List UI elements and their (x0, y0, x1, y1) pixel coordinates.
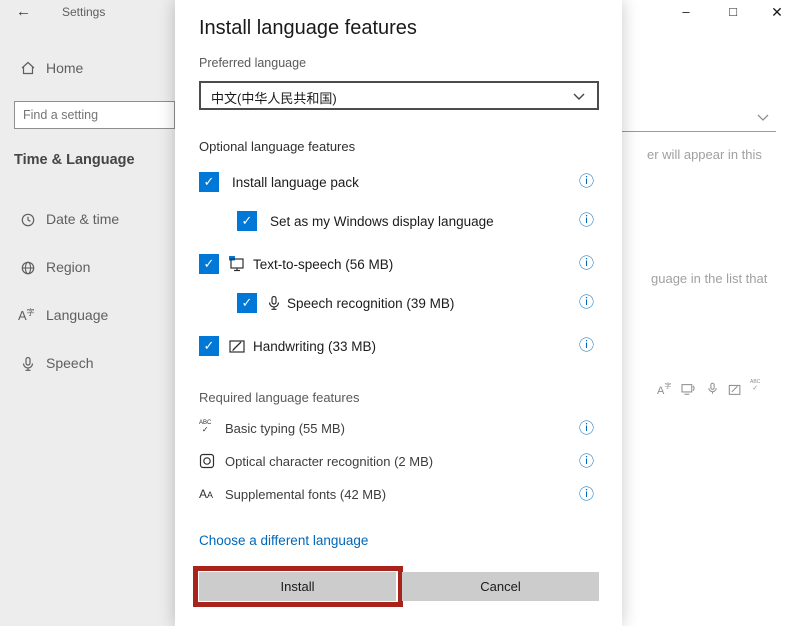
bg-chevron-down-icon (757, 114, 769, 122)
close-button[interactable]: ✕ (766, 1, 788, 23)
required-features-header: Required language features (199, 390, 359, 405)
language-icon: A字 (18, 307, 35, 325)
chevron-down-icon (573, 93, 585, 101)
sidebar-item-label: Home (46, 60, 83, 76)
settings-window: ← Settings Home Time & Language Date & t… (0, 0, 796, 626)
sidebar-item-speech[interactable]: Speech (0, 346, 175, 382)
choose-different-language-link[interactable]: Choose a different language (199, 533, 368, 548)
preferred-language-label: Preferred language (199, 56, 306, 70)
sidebar-item-home[interactable]: Home (0, 52, 175, 88)
sidebar-section-header: Time & Language (14, 152, 135, 168)
sidebar-item-label: Speech (46, 355, 93, 371)
text-to-speech-icon (229, 256, 247, 272)
microphone-icon (266, 295, 282, 311)
basic-typing-icon: ABC ✓ (199, 420, 211, 434)
feature-label: Install language pack (232, 175, 359, 190)
feature-label: Handwriting (33 MB) (253, 339, 376, 354)
handwriting-icon (229, 338, 246, 354)
supplemental-fonts-icon: AA (199, 485, 213, 503)
optional-features-header: Optional language features (199, 139, 355, 154)
install-button[interactable]: Install (199, 572, 396, 601)
bg-text-line: er will appear in this (647, 147, 762, 162)
sidebar-item-label: Language (46, 307, 108, 323)
home-icon (20, 60, 36, 76)
feature-label: Text-to-speech (56 MB) (253, 257, 393, 272)
microphone-icon (20, 356, 36, 372)
bg-basic-typing-icon: ABC ✓ (750, 380, 760, 392)
bg-handwriting-icon (728, 383, 742, 396)
dialog-title: Install language features (199, 17, 417, 40)
bg-dropdown-edge (622, 131, 776, 132)
ocr-icon (199, 453, 215, 469)
date-time-icon (20, 212, 36, 228)
sidebar-item-language[interactable]: A字 Language (0, 298, 175, 334)
search-input[interactable] (14, 101, 175, 129)
checkbox-text-to-speech[interactable]: ✓ (199, 254, 219, 274)
feature-label: Speech recognition (39 MB) (287, 296, 454, 311)
bg-text-to-speech-icon (681, 383, 696, 396)
feature-label: Optical character recognition (2 MB) (225, 454, 433, 469)
back-icon[interactable]: ← (16, 3, 31, 20)
info-icon[interactable]: ⓘ (579, 338, 594, 353)
preferred-language-select[interactable]: 中文(中华人民共和国) (199, 81, 599, 110)
sidebar-item-region[interactable]: Region (0, 250, 175, 286)
info-icon[interactable]: ⓘ (579, 454, 594, 469)
sidebar: ← Settings Home Time & Language Date & t… (0, 0, 175, 626)
sidebar-item-date-time[interactable]: Date & time (0, 202, 175, 238)
feature-label: Basic typing (55 MB) (225, 421, 345, 436)
info-icon[interactable]: ⓘ (579, 174, 594, 189)
sidebar-item-label: Date & time (46, 211, 119, 227)
sidebar-item-label: Region (46, 259, 90, 275)
minimize-button[interactable]: – (675, 1, 697, 23)
checkbox-speech-recognition[interactable]: ✓ (237, 293, 257, 313)
feature-label: Set as my Windows display language (270, 214, 494, 229)
feature-label: Supplemental fonts (42 MB) (225, 487, 386, 502)
cancel-button[interactable]: Cancel (402, 572, 599, 601)
info-icon[interactable]: ⓘ (579, 295, 594, 310)
maximize-button[interactable]: □ (722, 1, 744, 23)
info-icon[interactable]: ⓘ (579, 256, 594, 271)
checkbox-display-language[interactable]: ✓ (237, 211, 257, 231)
window-title: Settings (62, 5, 105, 19)
checkbox-install-language-pack[interactable]: ✓ (199, 172, 219, 192)
bg-text-line: guage in the list that (651, 271, 767, 286)
region-icon (20, 260, 36, 276)
bg-microphone-icon (706, 382, 719, 395)
checkbox-handwriting[interactable]: ✓ (199, 336, 219, 356)
info-icon[interactable]: ⓘ (579, 421, 594, 436)
info-icon[interactable]: ⓘ (579, 487, 594, 502)
bg-language-icon: A字 (657, 381, 671, 399)
info-icon[interactable]: ⓘ (579, 213, 594, 228)
preferred-language-value: 中文(中华人民共和国) (211, 88, 337, 107)
